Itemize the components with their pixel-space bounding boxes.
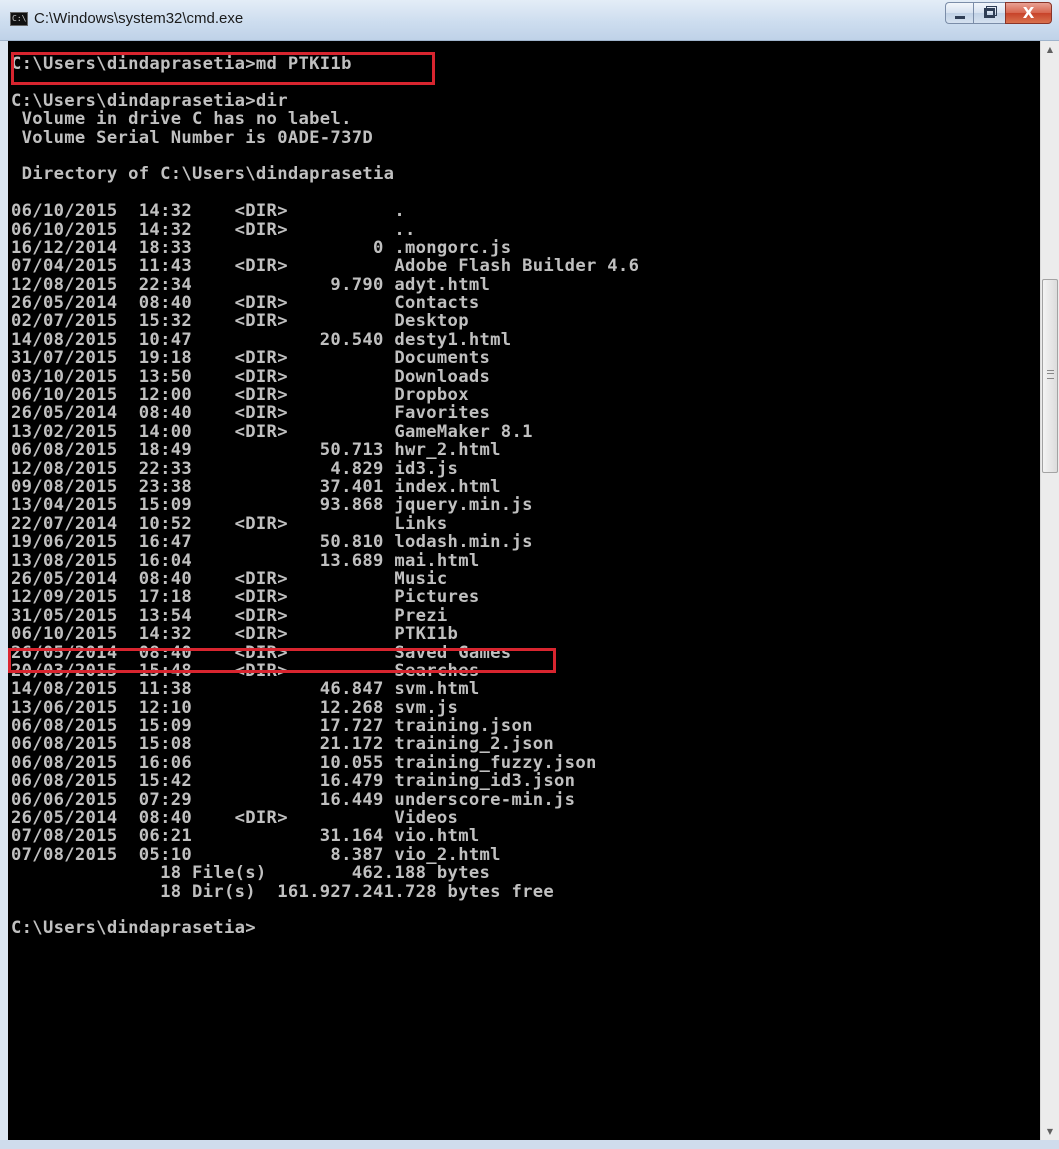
console-line: 07/04/2015 11:43 <DIR> Adobe Flash Build… [11,256,640,277]
console-line: 12/09/2015 17:18 <DIR> Pictures [11,587,480,608]
console-line: 07/08/2015 06:21 31.164 vio.html [11,826,480,847]
minimize-icon [955,16,965,19]
maximize-button[interactable] [973,2,1005,24]
window-bottom-border [0,1140,1059,1149]
console-line: 26/05/2014 08:40 <DIR> Favorites [11,403,491,424]
close-button[interactable]: X [1005,2,1052,24]
scroll-up-arrow-icon[interactable]: ▲ [1041,41,1059,58]
console-line: 18 Dir(s) 161.927.241.728 bytes free [11,881,555,902]
console-line: 06/08/2015 16:06 10.055 training_fuzzy.j… [11,752,597,773]
console-line: 06/08/2015 15:09 17.727 training.json [11,716,533,737]
console-line: 26/05/2014 08:40 <DIR> Music [11,568,448,589]
console-line: 14/08/2015 10:47 20.540 desty1.html [11,329,512,350]
console-line: 19/06/2015 16:47 50.810 lodash.min.js [11,532,533,553]
console-line: C:\Users\dindaprasetia> [11,918,256,939]
console-line: 06/08/2015 15:08 21.172 training_2.json [11,734,555,755]
caption-buttons: X [945,2,1052,24]
console-line: 22/07/2014 10:52 <DIR> Links [11,513,448,534]
title-bar[interactable]: C:\ C:\Windows\system32\cmd.exe X [0,0,1059,41]
close-icon: X [1022,4,1035,22]
console-line: 06/08/2015 18:49 50.713 hwr_2.html [11,440,501,461]
highlight-ptki1b-row [8,648,556,673]
console-line: 13/06/2015 12:10 12.268 svm.js [11,697,459,718]
console-line: 31/07/2015 19:18 <DIR> Documents [11,348,491,369]
console-line: 09/08/2015 23:38 37.401 index.html [11,476,501,497]
console-line: 13/04/2015 15:09 93.868 jquery.min.js [11,495,533,516]
console-line: 26/05/2014 08:40 <DIR> Videos [11,808,459,829]
console-line: 18 File(s) 462.188 bytes [11,863,491,884]
minimize-button[interactable] [945,2,973,24]
console-text: C:\Users\dindaprasetia>md PTKI1b C:\Users… [11,55,639,938]
console-line: 06/10/2015 14:32 <DIR> . [11,201,405,222]
console-line: 12/08/2015 22:34 9.790 adyt.html [11,274,491,295]
console-line: Volume Serial Number is 0ADE-737D [11,127,374,148]
cmd-app-icon[interactable]: C:\ [10,12,28,26]
console-line: 31/05/2015 13:54 <DIR> Prezi [11,605,448,626]
vertical-scrollbar[interactable]: ▲ ▼ [1040,41,1059,1140]
console-line: 06/10/2015 12:00 <DIR> Dropbox [11,385,469,406]
cmd-window: C:\ C:\Windows\system32\cmd.exe X C:\Use… [0,0,1059,1149]
scroll-down-arrow-icon[interactable]: ▼ [1041,1123,1059,1140]
console-line: 06/10/2015 14:32 <DIR> .. [11,219,416,240]
console-line: C:\Users\dindaprasetia>dir [11,90,288,111]
console-line: Volume in drive C has no label. [11,109,352,130]
console-line: 13/08/2015 16:04 13.689 mai.html [11,550,480,571]
console-line: 02/07/2015 15:32 <DIR> Desktop [11,311,469,332]
console-line: 06/08/2015 15:42 16.479 training_id3.jso… [11,771,576,792]
console-line: 13/02/2015 14:00 <DIR> GameMaker 8.1 [11,421,533,442]
console-line: 03/10/2015 13:50 <DIR> Downloads [11,366,491,387]
maximize-icon [984,8,995,18]
console-line: 16/12/2014 18:33 0 .mongorc.js [11,237,512,258]
console-line: 06/06/2015 07:29 16.449 underscore-min.j… [11,789,576,810]
highlight-md-command [11,52,435,85]
window-title: C:\Windows\system32\cmd.exe [34,10,244,27]
console-output[interactable]: C:\Users\dindaprasetia>md PTKI1b C:\Users… [8,41,1040,1140]
console-line: 07/08/2015 05:10 8.387 vio_2.html [11,844,501,865]
scroll-thumb[interactable] [1042,279,1058,473]
console-line: Directory of C:\Users\dindaprasetia [11,164,395,185]
console-line: 12/08/2015 22:33 4.829 id3.js [11,458,459,479]
console-line: 26/05/2014 08:40 <DIR> Contacts [11,293,480,314]
grip-icon [1047,370,1054,379]
console-line: 14/08/2015 11:38 46.847 svm.html [11,679,480,700]
console-line: 06/10/2015 14:32 <DIR> PTKI1b [11,624,459,645]
